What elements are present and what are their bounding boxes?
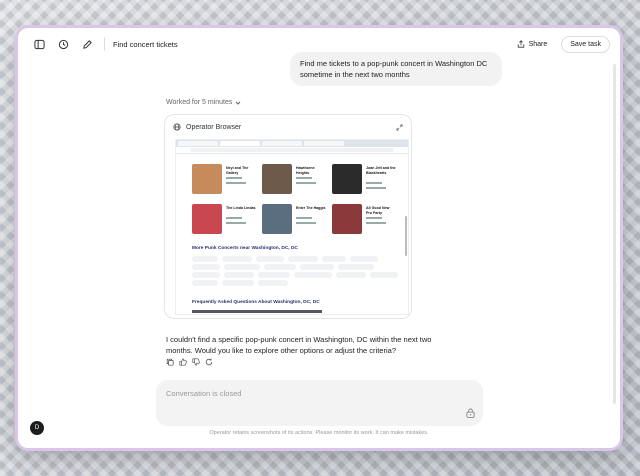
city-chips [192,256,404,286]
concert-title: Neyl and The Gallery [226,166,249,175]
concert-card: All Good New Pro Party [332,204,394,240]
chevron-down-icon [236,101,241,105]
expand-icon[interactable] [396,123,403,131]
concert-title: Enter The Haggis [296,206,326,210]
user-message: Find me tickets to a pop-punk concert in… [290,52,502,86]
composer-placeholder: Conversation is closed [166,389,242,398]
concert-title: Hawthorne Heights [296,166,315,175]
address-bar [176,147,408,154]
concert-thumbnail [262,204,292,234]
retry-icon[interactable] [205,358,213,366]
response-actions [166,358,213,366]
message-composer[interactable]: Conversation is closed [156,380,483,426]
share-label: Share [528,40,548,48]
concert-card: Neyl and The Gallery [192,164,254,200]
thumbs-down-icon[interactable] [192,358,200,366]
share-icon [517,40,524,48]
concert-title: Joan Jett and the Blackhearts [366,166,396,175]
copy-icon[interactable] [166,358,174,366]
concert-title: The Linda Lindas [226,206,256,210]
app-window: Find concert tickets Share Save task Fin… [18,28,620,448]
concert-thumbnail [192,164,222,194]
lock-icon [466,408,475,418]
avatar[interactable]: D [30,421,44,435]
thumbs-up-icon[interactable] [179,358,187,366]
concert-card: Enter The Haggis [262,204,326,240]
section-title: More Punk Concerts near Washington, DC, … [192,246,298,251]
operator-browser-card[interactable]: Operator Browser Neyl and The Gallery Ha… [164,114,412,319]
concert-thumbnail [262,164,292,194]
disclaimer: Operator retains screenshots of its acti… [209,430,429,436]
concert-card: The Linda Lindas [192,204,256,240]
scrollbar[interactable] [613,64,616,404]
concert-title: All Good New Pro Party [366,206,390,215]
save-task-button[interactable]: Save task [561,35,610,53]
concert-thumbnail [192,204,222,234]
concert-card: Joan Jett and the Blackhearts [332,164,396,200]
concert-thumbnail [332,204,362,234]
worked-label: Worked for 5 minutes [166,99,233,106]
faq-question [192,310,322,313]
history-icon[interactable] [52,33,74,55]
sidebar-icon[interactable] [28,33,50,55]
browser-scrollbar [405,216,407,256]
browser-tabs [176,140,408,147]
assistant-message: I couldn't find a specific pop-punk conc… [166,335,432,355]
page-title: Find concert tickets [113,39,178,49]
concert-thumbnail [332,164,362,194]
globe-icon [173,123,181,131]
operator-title: Operator Browser [186,123,242,131]
edit-icon[interactable] [76,33,98,55]
browser-screenshot: Neyl and The Gallery Hawthorne Heights J… [175,139,409,315]
worked-toggle[interactable]: Worked for 5 minutes [166,99,241,106]
share-button[interactable]: Share [511,36,554,52]
concert-card: Hawthorne Heights [262,164,324,200]
faq-title: Frequently Asked Questions About Washing… [192,300,320,305]
divider [104,37,105,51]
